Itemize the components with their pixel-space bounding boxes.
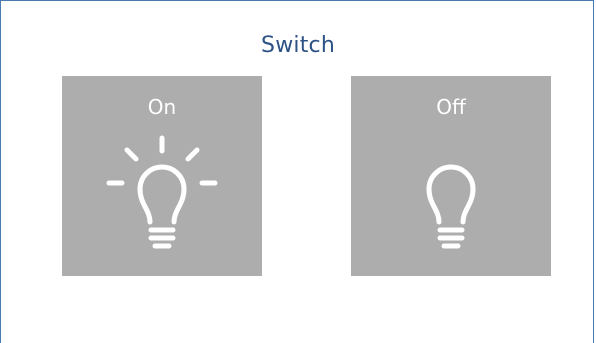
switch-panel: Switch On Off xyxy=(0,0,594,343)
lightbulb-off-icon xyxy=(426,164,476,249)
switch-off-button[interactable]: Off xyxy=(351,76,551,276)
switch-on-button[interactable]: On xyxy=(62,76,262,276)
panel-title: Switch xyxy=(261,33,335,58)
lightbulb-on-icon xyxy=(106,135,218,249)
